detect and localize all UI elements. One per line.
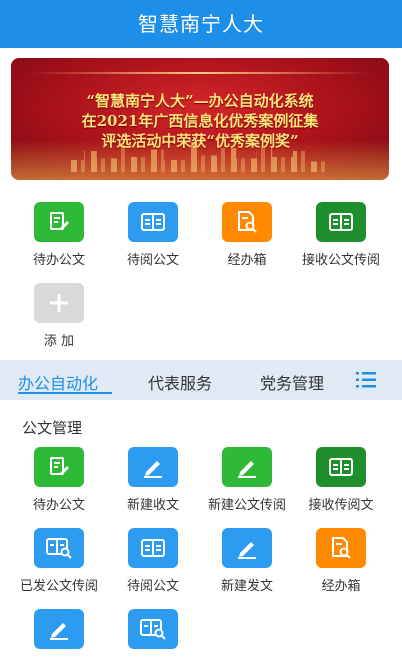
book-icon bbox=[316, 202, 366, 242]
tab-deputy-services[interactable]: 代表服务 bbox=[148, 370, 212, 394]
tab-party-affairs[interactable]: 党务管理 bbox=[260, 370, 324, 394]
section-item-new-outgoing[interactable]: 新建发文 bbox=[200, 528, 294, 594]
award-banner[interactable]: “智慧南宁人大”—办公自动化系统 在2021年广西信息化优秀案例征集 评选活动中… bbox=[11, 58, 389, 180]
quick-item-receive-circulation[interactable]: 接收公文传阅 bbox=[294, 202, 388, 268]
section-item-row3-2[interactable] bbox=[106, 609, 200, 656]
quick-item-label: 添 加 bbox=[43, 334, 75, 349]
quick-item-todo-docs[interactable]: 待办公文 bbox=[12, 202, 106, 268]
document-management-section: 公文管理 待办公文 新建收文 新建公文传阅 接收传阅文 已发公文传阅 待阅公文 … bbox=[0, 400, 402, 664]
edit-doc-icon bbox=[34, 202, 84, 242]
book-search-icon bbox=[128, 609, 178, 649]
pencil-icon bbox=[222, 447, 272, 487]
section-item-to-read-docs[interactable]: 待阅公文 bbox=[106, 528, 200, 594]
section-item-label: 待阅公文 bbox=[126, 579, 179, 594]
pencil-icon bbox=[128, 447, 178, 487]
section-item-label: 接收传阅文 bbox=[308, 498, 374, 513]
section-item-sent-circulation[interactable]: 已发公文传阅 bbox=[12, 528, 106, 594]
section-item-label: 新建发文 bbox=[220, 579, 273, 594]
quick-item-label: 待阅公文 bbox=[126, 253, 179, 268]
app-header: 智慧南宁人大 bbox=[0, 0, 402, 48]
book-icon bbox=[316, 447, 366, 487]
quick-item-to-read-docs[interactable]: 待阅公文 bbox=[106, 202, 200, 268]
section-item-handled-box[interactable]: 经办箱 bbox=[294, 528, 388, 594]
quick-item-handled-box[interactable]: 经办箱 bbox=[200, 202, 294, 268]
quick-item-label: 接收公文传阅 bbox=[301, 253, 380, 268]
doc-search-icon bbox=[222, 202, 272, 242]
page-title: 智慧南宁人大 bbox=[138, 12, 264, 36]
section-item-row3-1[interactable] bbox=[12, 609, 106, 656]
book-search-icon bbox=[34, 528, 84, 568]
banner-line-2: 在2021年广西信息化优秀案例征集 bbox=[81, 112, 319, 130]
pencil-icon bbox=[222, 528, 272, 568]
list-menu-icon[interactable] bbox=[356, 371, 376, 389]
book-icon bbox=[128, 528, 178, 568]
tab-office-automation[interactable]: 办公自动化 bbox=[18, 370, 98, 394]
quick-item-label: 待办公文 bbox=[32, 253, 85, 268]
doc-search-icon bbox=[316, 528, 366, 568]
banner-line-1: “智慧南宁人大”—办公自动化系统 bbox=[86, 92, 314, 110]
section-item-label: 新建收文 bbox=[126, 498, 179, 513]
quick-access-grid: 待办公文 待阅公文 经办箱 接收公文传阅 添 加 bbox=[0, 190, 402, 360]
banner-area: “智慧南宁人大”—办公自动化系统 在2021年广西信息化优秀案例征集 评选活动中… bbox=[0, 48, 402, 190]
quick-item-label: 经办箱 bbox=[227, 253, 267, 268]
section-item-label: 新建公文传阅 bbox=[207, 498, 286, 513]
book-icon bbox=[128, 202, 178, 242]
section-title: 公文管理 bbox=[22, 419, 83, 437]
edit-doc-icon bbox=[34, 447, 84, 487]
section-item-todo-docs[interactable]: 待办公文 bbox=[12, 447, 106, 513]
pencil-icon bbox=[34, 609, 84, 649]
section-item-new-receipt[interactable]: 新建收文 bbox=[106, 447, 200, 513]
banner-decoration bbox=[31, 72, 369, 74]
section-item-label: 已发公文传阅 bbox=[19, 579, 98, 594]
section-item-label: 经办箱 bbox=[321, 579, 361, 594]
section-item-receive-circulation[interactable]: 接收传阅文 bbox=[294, 447, 388, 513]
section-item-new-circulation[interactable]: 新建公文传阅 bbox=[200, 447, 294, 513]
category-tabs: 办公自动化 代表服务 党务管理 bbox=[0, 360, 402, 400]
quick-item-add[interactable]: 添 加 bbox=[12, 283, 106, 349]
section-item-label: 待办公文 bbox=[32, 498, 85, 513]
active-tab-indicator bbox=[18, 392, 112, 394]
plus-icon bbox=[34, 283, 84, 323]
